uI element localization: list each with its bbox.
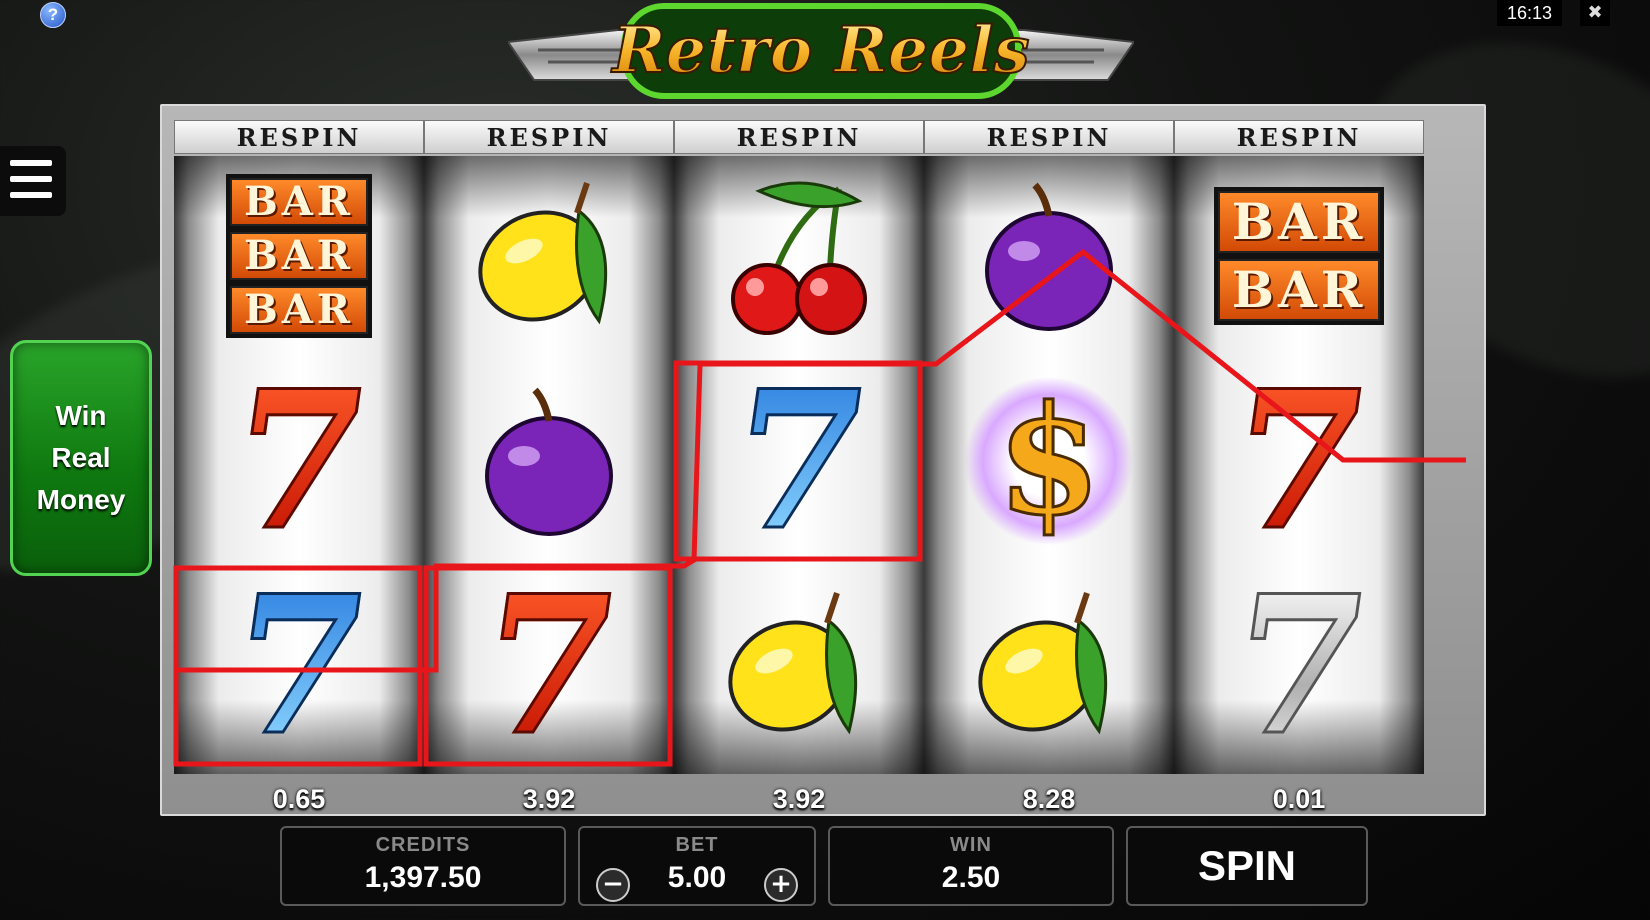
menu-button[interactable]: [0, 146, 66, 216]
bet-label: BET: [675, 834, 719, 856]
reel-symbol-seven-blue: 7: [674, 348, 924, 574]
reel-symbol-lemon: [424, 156, 674, 356]
help-button[interactable]: ?: [40, 2, 66, 28]
bar-label: BAR: [229, 232, 369, 280]
reel-value: 0.01: [1272, 784, 1326, 814]
bet-increase-button[interactable]: +: [764, 868, 798, 902]
reel-value: 8.28: [1022, 784, 1076, 814]
reel-value: 3.92: [772, 784, 826, 814]
reel-2: RESPIN 7 3.92: [424, 120, 674, 814]
respin-button[interactable]: RESPIN: [1174, 120, 1424, 154]
respin-button[interactable]: RESPIN: [174, 120, 424, 154]
hamburger-icon-line: [10, 160, 52, 166]
respin-button[interactable]: RESPIN: [674, 120, 924, 154]
bar-icon: BAR BAR BAR: [225, 174, 373, 338]
reel-value: 0.65: [272, 784, 326, 814]
bar-label: BAR: [229, 178, 369, 226]
respin-button[interactable]: RESPIN: [424, 120, 674, 154]
reel-symbol-seven-red: 7: [174, 348, 424, 574]
lemon-icon: [478, 182, 608, 325]
reel-symbol-plum: [924, 156, 1174, 356]
reel-cabinet: RESPIN BAR BAR BAR 7 7 0.65 RESPIN 7 3.92 RESPIN …: [160, 104, 1486, 816]
bar-label: BAR: [1217, 259, 1381, 321]
game-title: Retro Reels: [610, 13, 1029, 88]
lemon-icon: [978, 592, 1108, 735]
reel-symbol-seven-blue: 7: [174, 553, 424, 775]
hamburger-icon-line: [10, 176, 52, 182]
reel-1: RESPIN BAR BAR BAR 7 7 0.65: [174, 120, 424, 814]
bar-label: BAR: [1217, 191, 1381, 253]
reel-symbol-seven-red: 7: [1174, 348, 1424, 574]
hamburger-icon-line: [10, 192, 52, 198]
lemon-icon: [728, 592, 858, 735]
dollar-icon: $: [964, 372, 1134, 551]
win-real-money-button[interactable]: Win Real Money: [10, 340, 152, 576]
reel-symbol-dollar: $: [924, 361, 1174, 561]
reel-symbol-seven-red: 7: [424, 553, 674, 775]
credits-value: 1,397.50: [364, 861, 482, 894]
seven-icon: 7: [716, 348, 883, 574]
seven-icon: 7: [216, 553, 383, 775]
cherries-icon: [731, 181, 867, 335]
bet-panel: BET 5.00 − +: [578, 826, 816, 906]
reel-5: RESPIN BAR BAR 7 7 0.01: [1174, 120, 1424, 814]
respin-button[interactable]: RESPIN: [924, 120, 1174, 154]
credits-label: CREDITS: [375, 834, 471, 856]
clock: 16:13: [1496, 0, 1562, 26]
bet-decrease-button[interactable]: −: [596, 868, 630, 902]
credits-panel: CREDITS 1,397.50: [280, 826, 566, 906]
reel-strip: 7: [674, 156, 924, 774]
reel-symbol-bar-triple: BAR BAR BAR: [174, 156, 424, 356]
seven-icon: 7: [216, 348, 383, 574]
reel-symbol-plum: [424, 361, 674, 561]
reel-symbol-bar-double: BAR BAR: [1174, 156, 1424, 356]
close-button[interactable]: ✖: [1580, 0, 1610, 26]
win-real-money-line: Win: [55, 400, 107, 431]
win-label: WIN: [950, 834, 992, 856]
win-real-money-line: Money: [36, 484, 126, 515]
reel-strip: 7: [424, 156, 674, 774]
game-logo: Retro Reels: [508, 3, 1134, 99]
reel-symbol-lemon: [674, 566, 924, 766]
seven-icon: 7: [466, 553, 633, 775]
bar-label: BAR: [229, 286, 369, 334]
plum-icon: [985, 182, 1113, 331]
reel-strip: BAR BAR 7 7: [1174, 156, 1424, 774]
reel-3: RESPIN 7 3.92: [674, 120, 924, 814]
seven-icon: 7: [1216, 553, 1383, 775]
plum-icon: [485, 387, 613, 536]
bar-icon: BAR BAR: [1213, 187, 1385, 325]
spin-button[interactable]: SPIN: [1126, 826, 1368, 906]
reel-strip: $: [924, 156, 1174, 774]
reel-4: RESPIN $ 8.28: [924, 120, 1174, 814]
reel-value: 3.92: [522, 784, 576, 814]
reel-symbol-lemon: [924, 566, 1174, 766]
reel-symbol-cherries: [674, 156, 924, 356]
win-value: 2.50: [941, 861, 1001, 894]
seven-icon: 7: [1216, 348, 1383, 574]
reel-strip: BAR BAR BAR 7 7: [174, 156, 424, 774]
win-panel: WIN 2.50: [828, 826, 1114, 906]
win-real-money-line: Real: [51, 442, 111, 473]
reel-symbol-seven-silver: 7: [1174, 553, 1424, 775]
